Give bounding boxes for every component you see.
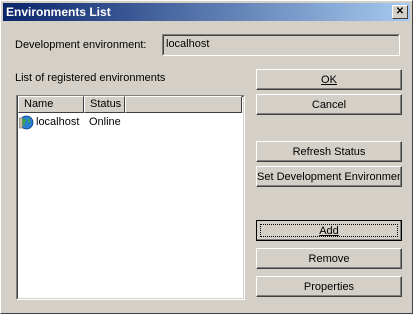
add-button[interactable]: Add — [256, 220, 402, 241]
remove-button[interactable]: Remove — [256, 248, 402, 269]
close-button[interactable]: ✕ — [392, 5, 408, 19]
environments-list-label: List of registered environments — [15, 72, 166, 84]
cancel-button[interactable]: Cancel — [256, 94, 402, 115]
set-dev-environment-button[interactable]: Set Development Environment — [256, 166, 402, 187]
title-bar[interactable]: Environments List ✕ — [3, 3, 410, 21]
refresh-status-button[interactable]: Refresh Status — [256, 141, 402, 162]
dev-env-label: Development environment: — [15, 39, 147, 51]
list-item[interactable]: localhost Online — [18, 115, 240, 131]
close-icon: ✕ — [395, 6, 405, 17]
column-header-name[interactable]: Name — [18, 96, 84, 113]
column-header-filler — [125, 96, 242, 113]
dev-env-value: localhost — [166, 38, 210, 50]
environments-dialog: Environments List ✕ Development environm… — [0, 0, 413, 314]
ok-button[interactable]: OK — [256, 69, 402, 90]
server-globe-icon — [19, 115, 34, 130]
row-status: Online — [89, 116, 121, 128]
dev-env-field: localhost — [162, 34, 400, 56]
column-header-status[interactable]: Status — [84, 96, 125, 113]
environments-list[interactable]: Name Status localhost Online — [16, 95, 245, 300]
properties-button[interactable]: Properties — [256, 276, 402, 297]
window-title: Environments List — [6, 5, 111, 19]
row-name: localhost — [36, 116, 80, 128]
